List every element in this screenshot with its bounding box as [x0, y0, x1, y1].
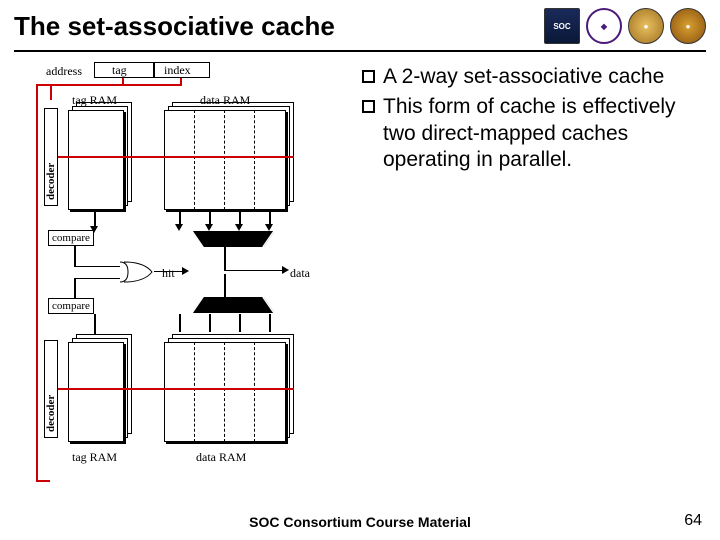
compare-1: compare [48, 298, 94, 314]
page-number: 64 [684, 512, 702, 530]
mux-1-label: mux [210, 299, 230, 311]
bullet-item: A 2-way set-associative cache [362, 64, 706, 90]
decoder-1-label: decoder [45, 395, 57, 432]
address-label: address [46, 64, 82, 79]
data-ram-1-label: data RAM [196, 450, 246, 465]
cache-diagram: address tag index decoder [14, 60, 344, 490]
data-out-label: data [290, 266, 310, 281]
bullet-item: This form of cache is effectively two di… [362, 94, 706, 173]
mux-0-label: mux [210, 231, 230, 243]
mux-0 [194, 232, 274, 246]
data-ram-0-label: data RAM [200, 93, 250, 108]
tag-ram-1-label: tag RAM [72, 450, 117, 465]
bullet-icon [362, 100, 375, 113]
decoder-0-label: decoder [45, 163, 57, 200]
partner-logo-icon: ◆ [586, 8, 622, 44]
soc-logo-icon: SOC [544, 8, 580, 44]
compare-0: compare [48, 230, 94, 246]
logo-row: SOC ◆ ● ● [544, 8, 706, 44]
footer-text: SOC Consortium Course Material [0, 514, 720, 530]
index-label: index [164, 63, 191, 78]
mux-1 [194, 298, 274, 312]
hit-gate [118, 260, 148, 280]
university-logo-2-icon: ● [670, 8, 706, 44]
bullet-text: This form of cache is effectively two di… [383, 94, 706, 173]
university-logo-1-icon: ● [628, 8, 664, 44]
page-title: The set-associative cache [14, 11, 335, 42]
tag-ram-0-label: tag RAM [72, 93, 117, 108]
hit-label: hit [162, 266, 175, 281]
selected-row-1 [58, 388, 294, 390]
bullet-text: A 2-way set-associative cache [383, 64, 664, 90]
bullet-icon [362, 70, 375, 83]
selected-row-0 [58, 156, 294, 158]
tag-label: tag [112, 63, 127, 78]
bullet-list: A 2-way set-associative cache This form … [362, 60, 706, 490]
